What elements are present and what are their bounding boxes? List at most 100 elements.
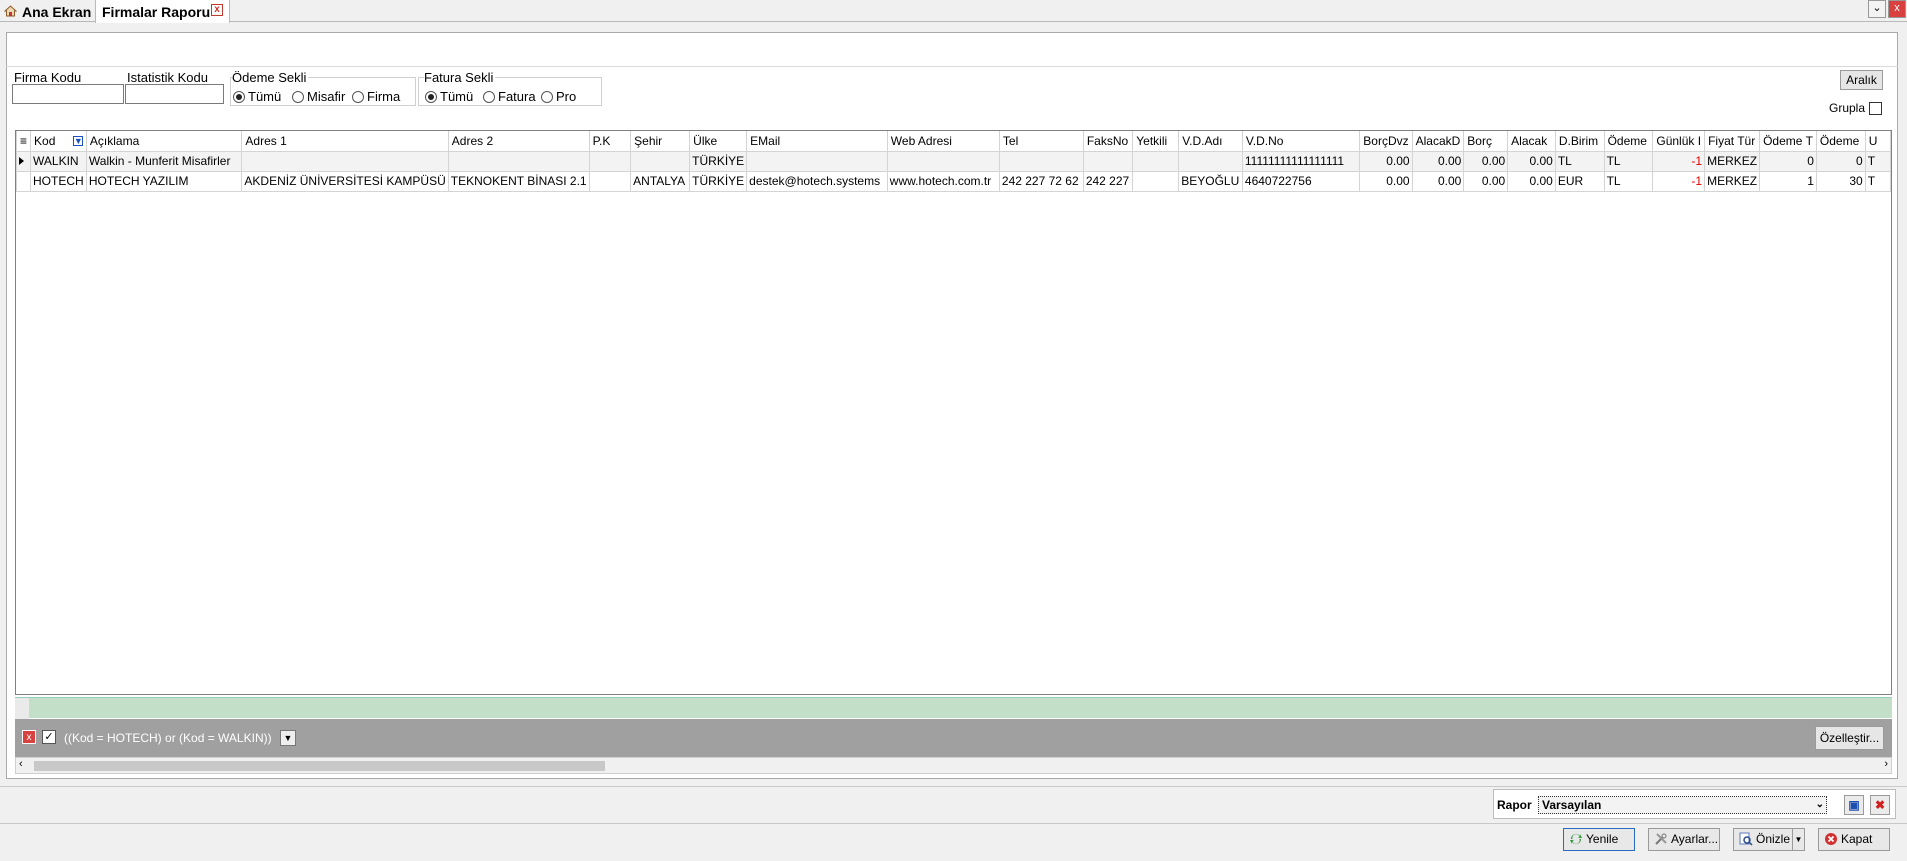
table-cell[interactable] — [588, 170, 632, 192]
table-cell[interactable] — [1082, 150, 1134, 172]
table-cell[interactable]: 4640722756 — [1241, 170, 1361, 192]
column-header[interactable]: Günlük I — [1652, 131, 1706, 152]
table-cell[interactable]: 0.00 — [1411, 150, 1465, 172]
odeme-radio-misafir[interactable]: Misafir — [292, 89, 345, 104]
row-selector[interactable] — [16, 170, 32, 192]
row-selector-icon[interactable] — [16, 150, 32, 172]
table-cell[interactable]: Walkin - Munferit Misafirler — [85, 150, 243, 172]
column-header[interactable]: EMail — [746, 131, 888, 152]
column-header[interactable]: Açıklama — [85, 131, 243, 152]
table-cell[interactable]: 0.00 — [1463, 170, 1509, 192]
column-header[interactable]: Tel — [998, 131, 1084, 152]
table-cell[interactable]: destek@hotech.systems — [746, 170, 888, 192]
column-header[interactable]: D.Birim — [1554, 131, 1605, 152]
table-cell[interactable]: 0.00 — [1359, 170, 1413, 192]
grupla-checkbox[interactable] — [1869, 102, 1882, 115]
table-cell[interactable]: 11111111111111111 — [1241, 150, 1361, 172]
column-header[interactable]: Şehir — [630, 131, 691, 152]
scrollbar-thumb[interactable] — [34, 761, 605, 771]
table-cell[interactable]: TÜRKİYE — [689, 150, 748, 172]
table-cell[interactable]: -1 — [1652, 150, 1706, 172]
table-cell[interactable]: 0.00 — [1507, 150, 1556, 172]
table-cell[interactable]: T — [1864, 170, 1891, 192]
table-cell[interactable] — [1132, 170, 1180, 192]
scroll-left-icon[interactable]: ‹ — [19, 758, 23, 770]
table-cell[interactable]: BEYOĞLU — [1178, 170, 1243, 192]
istatistik-kodu-input[interactable] — [125, 84, 224, 104]
table-cell[interactable]: MERKEZ — [1704, 170, 1761, 192]
table-cell[interactable]: 0 — [1815, 150, 1866, 172]
firma-kodu-input[interactable] — [12, 84, 124, 104]
table-cell[interactable]: TL — [1603, 150, 1654, 172]
column-chooser-icon[interactable]: ≡ — [16, 131, 32, 152]
column-header[interactable]: Kod ▼ — [30, 131, 87, 152]
preview-button[interactable]: Önizle ▼ — [1733, 828, 1805, 851]
fatura-radio-pro[interactable]: Pro — [541, 89, 576, 104]
odeme-radio-firma[interactable]: Firma — [352, 89, 400, 104]
column-header[interactable]: P.K — [588, 131, 632, 152]
table-cell[interactable] — [447, 150, 590, 172]
delete-icon[interactable]: ✖ — [1870, 795, 1890, 815]
fatura-radio-fatura[interactable]: Fatura — [483, 89, 536, 104]
table-cell[interactable]: TÜRKİYE — [689, 170, 748, 192]
table-cell[interactable]: HOTECH YAZILIM — [85, 170, 243, 192]
table-cell[interactable]: 1 — [1759, 170, 1817, 192]
table-row[interactable]: HOTECH HOTECH YAZILIM AKDENİZ ÜNİVERSİTE… — [16, 170, 1891, 192]
save-icon[interactable]: ▣ — [1844, 795, 1864, 815]
table-cell[interactable] — [630, 150, 691, 172]
table-cell[interactable]: TEKNOKENT BİNASI 2.1 — [447, 170, 590, 192]
filter-expression[interactable]: ((Kod = HOTECH) or (Kod = WALKIN)) — [64, 731, 272, 745]
table-cell[interactable]: 242 227 72 62 — [998, 170, 1084, 192]
caret-down-icon[interactable]: ▼ — [1792, 829, 1804, 850]
filter-icon[interactable]: ▼ — [72, 135, 83, 146]
table-cell[interactable]: 0 — [1759, 150, 1817, 172]
table-cell[interactable]: MERKEZ — [1704, 150, 1761, 172]
column-header[interactable]: Borç — [1463, 131, 1509, 152]
scroll-right-icon[interactable]: › — [1884, 758, 1888, 770]
aralik-button[interactable]: Aralık — [1840, 70, 1883, 90]
table-cell[interactable]: TL — [1554, 150, 1605, 172]
table-cell[interactable]: 30 — [1815, 170, 1866, 192]
table-cell[interactable] — [588, 150, 632, 172]
column-header[interactable]: V.D.Adı — [1178, 131, 1243, 152]
table-cell[interactable] — [1132, 150, 1180, 172]
column-header[interactable]: Ödeme T — [1759, 131, 1817, 152]
table-cell[interactable] — [998, 150, 1084, 172]
tab-close-icon[interactable]: x — [211, 4, 223, 16]
column-header[interactable]: Ülke — [689, 131, 748, 152]
column-header[interactable]: Ödeme — [1603, 131, 1654, 152]
table-cell[interactable]: www.hotech.com.tr — [886, 170, 1000, 192]
horizontal-scrollbar[interactable]: ‹ › — [15, 757, 1892, 774]
table-cell[interactable]: T — [1864, 150, 1891, 172]
column-header[interactable]: Yetkili — [1132, 131, 1180, 152]
table-cell[interactable]: HOTECH — [30, 170, 87, 192]
clear-filter-icon[interactable]: x — [22, 730, 36, 744]
odeme-radio-tumu[interactable]: Tümü — [233, 89, 281, 104]
table-cell[interactable]: ANTALYA — [630, 170, 691, 192]
table-cell[interactable]: 0.00 — [1507, 170, 1556, 192]
table-cell[interactable]: 0.00 — [1411, 170, 1465, 192]
table-cell[interactable] — [746, 150, 888, 172]
chevron-down-icon[interactable]: ▼ — [280, 730, 296, 746]
table-cell[interactable]: EUR — [1554, 170, 1605, 192]
table-cell[interactable]: 242 227 — [1082, 170, 1134, 192]
column-header[interactable]: Adres 2 — [447, 131, 590, 152]
column-header[interactable]: V.D.No — [1241, 131, 1361, 152]
column-header[interactable]: FaksNo — [1082, 131, 1134, 152]
customize-button[interactable]: Özelleştir... — [1815, 726, 1884, 750]
report-select[interactable]: Varsayılan ⌄ — [1538, 796, 1827, 814]
table-cell[interactable]: TL — [1603, 170, 1654, 192]
column-header[interactable]: Ödeme — [1815, 131, 1866, 152]
table-cell[interactable]: WALKIN — [30, 150, 87, 172]
column-header[interactable]: Alacak — [1507, 131, 1556, 152]
settings-button[interactable]: Ayarlar... — [1648, 828, 1720, 851]
table-cell[interactable] — [1178, 150, 1243, 172]
column-header[interactable]: Fiyat Tür — [1704, 131, 1761, 152]
table-cell[interactable]: 0.00 — [1359, 150, 1413, 172]
column-header[interactable]: BorçDvz — [1359, 131, 1413, 152]
column-header[interactable]: Web Adresi — [886, 131, 1000, 152]
column-header[interactable]: U — [1864, 131, 1891, 152]
table-cell[interactable] — [886, 150, 1000, 172]
filter-enabled-checkbox[interactable]: ✓ — [42, 730, 56, 744]
chevron-down-icon[interactable]: ⌄ — [1868, 0, 1886, 18]
